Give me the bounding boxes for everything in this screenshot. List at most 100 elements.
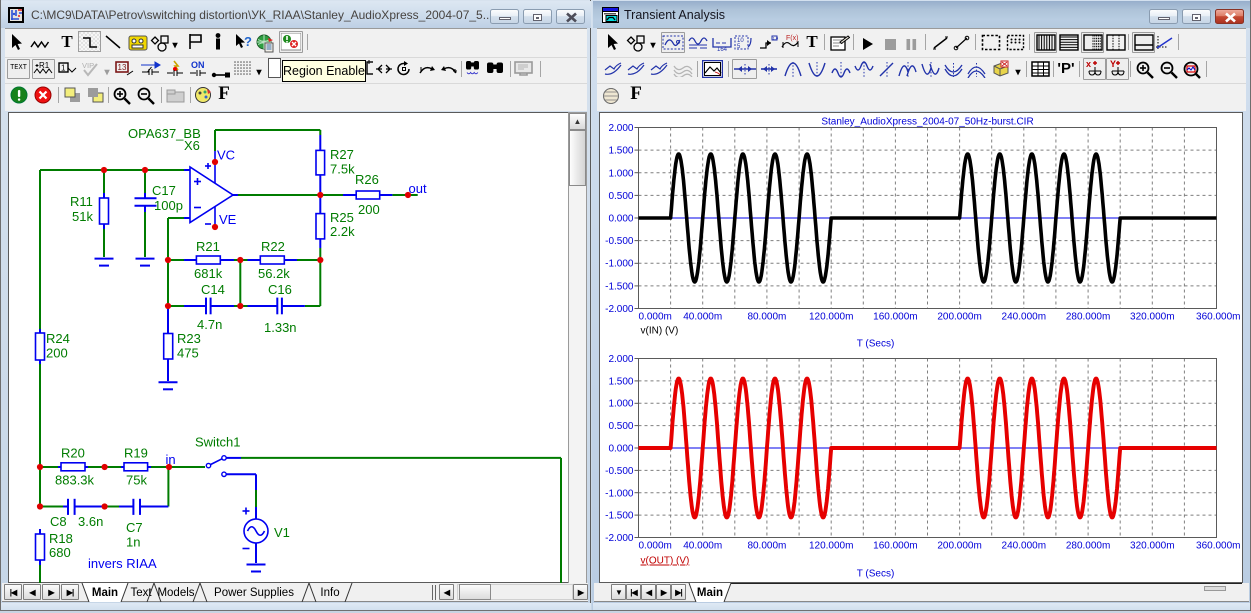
svg-text:2.2k: 2.2k (330, 224, 355, 239)
svg-text:Models: Models (157, 587, 194, 599)
svg-text:200.000m: 200.000m (937, 312, 981, 323)
svg-text:R18: R18 (49, 531, 73, 546)
svg-text:1.33n: 1.33n (264, 320, 297, 335)
svg-text:475: 475 (177, 346, 199, 361)
svg-text:-0.500: -0.500 (605, 466, 634, 477)
svg-text:360.000m: 360.000m (1196, 312, 1240, 323)
svg-text:Text: Text (130, 587, 152, 599)
svg-text:681k: 681k (194, 266, 223, 281)
svg-text:R26: R26 (355, 172, 379, 187)
svg-text:in: in (166, 452, 176, 467)
svg-text:-0.500: -0.500 (605, 236, 634, 247)
svg-text:Y: Y (1110, 59, 1116, 69)
svg-text:200: 200 (358, 202, 380, 217)
svg-text:v(OUT) (V): v(OUT) (V) (641, 556, 690, 567)
svg-text:Main: Main (697, 587, 723, 599)
svg-text:X6: X6 (184, 138, 200, 153)
svg-text:V1: V1 (274, 525, 290, 540)
svg-text:240.000m: 240.000m (1002, 541, 1046, 552)
svg-text:T (Secs): T (Secs) (857, 339, 895, 350)
svg-text:0.500: 0.500 (608, 421, 633, 432)
svg-text:R20: R20 (61, 446, 85, 461)
svg-text:5: 5 (737, 44, 741, 50)
svg-text:280.000m: 280.000m (1066, 312, 1110, 323)
svg-text:75k: 75k (126, 473, 147, 488)
svg-text:R19: R19 (124, 446, 148, 461)
svg-text:T (Secs): T (Secs) (857, 569, 895, 580)
svg-text:13: 13 (118, 63, 127, 72)
svg-text:160.000m: 160.000m (873, 312, 917, 323)
svg-text:R27: R27 (330, 147, 354, 162)
svg-text:C17: C17 (152, 183, 176, 198)
svg-text:1.500: 1.500 (608, 146, 633, 157)
svg-text:-2.000: -2.000 (605, 533, 634, 544)
svg-text:-1.000: -1.000 (605, 488, 634, 499)
svg-text:1.0: 1.0 (773, 36, 779, 41)
svg-text:C16: C16 (268, 282, 292, 297)
svg-text:680: 680 (49, 545, 71, 560)
svg-text:2.000: 2.000 (608, 123, 633, 134)
svg-text:ON: ON (191, 60, 205, 70)
svg-text:40.000m: 40.000m (683, 312, 722, 323)
svg-text:100p: 100p (154, 198, 183, 213)
svg-text:80.000m: 80.000m (747, 541, 786, 552)
svg-text:120.000m: 120.000m (809, 312, 853, 323)
svg-text:?: ? (244, 34, 252, 49)
svg-text:1n: 1n (126, 535, 140, 550)
svg-text:VC: VC (217, 148, 235, 163)
svg-text:51k: 51k (72, 209, 93, 224)
svg-text:120.000m: 120.000m (809, 541, 853, 552)
svg-text:Stanley_AudioXpress_2004-07_50: Stanley_AudioXpress_2004-07_50Hz-burst.C… (821, 117, 1033, 128)
svg-text:v(IN) (V): v(IN) (V) (641, 326, 679, 337)
svg-text:invers RIAA: invers RIAA (88, 556, 157, 571)
svg-text:R1: R1 (39, 61, 50, 70)
svg-text:1.500: 1.500 (608, 376, 633, 387)
svg-text:Main: Main (92, 587, 118, 599)
svg-text:Info: Info (320, 587, 339, 599)
svg-text:R21: R21 (196, 239, 220, 254)
svg-text:0.000: 0.000 (608, 444, 633, 455)
svg-text:Power Supplies: Power Supplies (214, 587, 294, 599)
svg-text:-1.000: -1.000 (605, 259, 634, 270)
svg-text:164: 164 (717, 47, 728, 52)
svg-text:0.000m: 0.000m (639, 541, 672, 552)
svg-text:C8: C8 (50, 514, 67, 529)
svg-text:0.000m: 0.000m (639, 312, 672, 323)
svg-text:R22: R22 (261, 239, 285, 254)
svg-text:56.2k: 56.2k (258, 266, 290, 281)
svg-text:Switch1: Switch1 (195, 435, 241, 450)
svg-text:R23: R23 (177, 331, 201, 346)
svg-text:1.000: 1.000 (608, 168, 633, 179)
svg-text:320.000m: 320.000m (1130, 541, 1174, 552)
svg-text:3.6n: 3.6n (78, 514, 103, 529)
svg-text:80.000m: 80.000m (747, 312, 786, 323)
svg-text:R11: R11 (70, 194, 93, 209)
svg-text:F(x): F(x) (786, 35, 798, 42)
svg-text:0.500: 0.500 (608, 191, 633, 202)
svg-text:280.000m: 280.000m (1066, 541, 1110, 552)
svg-text:7.5k: 7.5k (330, 162, 355, 177)
svg-text:160.000m: 160.000m (873, 541, 917, 552)
svg-text:R25: R25 (330, 210, 354, 225)
svg-text:240.000m: 240.000m (1002, 312, 1046, 323)
svg-text:883.3k: 883.3k (55, 473, 95, 488)
svg-text:40.000m: 40.000m (683, 541, 722, 552)
svg-text:1.000: 1.000 (608, 399, 633, 410)
svg-text:1: 1 (61, 64, 66, 73)
svg-text:C14: C14 (201, 282, 225, 297)
svg-text:x: x (1086, 59, 1091, 69)
svg-text:200.000m: 200.000m (937, 541, 981, 552)
svg-text:-1.500: -1.500 (605, 511, 634, 522)
svg-text:-1.500: -1.500 (605, 281, 634, 292)
svg-text:360.000m: 360.000m (1196, 541, 1240, 552)
svg-text:VE: VE (219, 212, 237, 227)
svg-text:out: out (409, 181, 427, 196)
svg-text:C7: C7 (126, 520, 143, 535)
svg-text:0.000: 0.000 (608, 214, 633, 225)
svg-text:320.000m: 320.000m (1130, 312, 1174, 323)
svg-text:200: 200 (46, 346, 68, 361)
svg-text:4.7n: 4.7n (197, 317, 222, 332)
svg-text:2.000: 2.000 (608, 354, 633, 365)
svg-text:-2.000: -2.000 (605, 304, 634, 315)
svg-text:R24: R24 (46, 331, 70, 346)
